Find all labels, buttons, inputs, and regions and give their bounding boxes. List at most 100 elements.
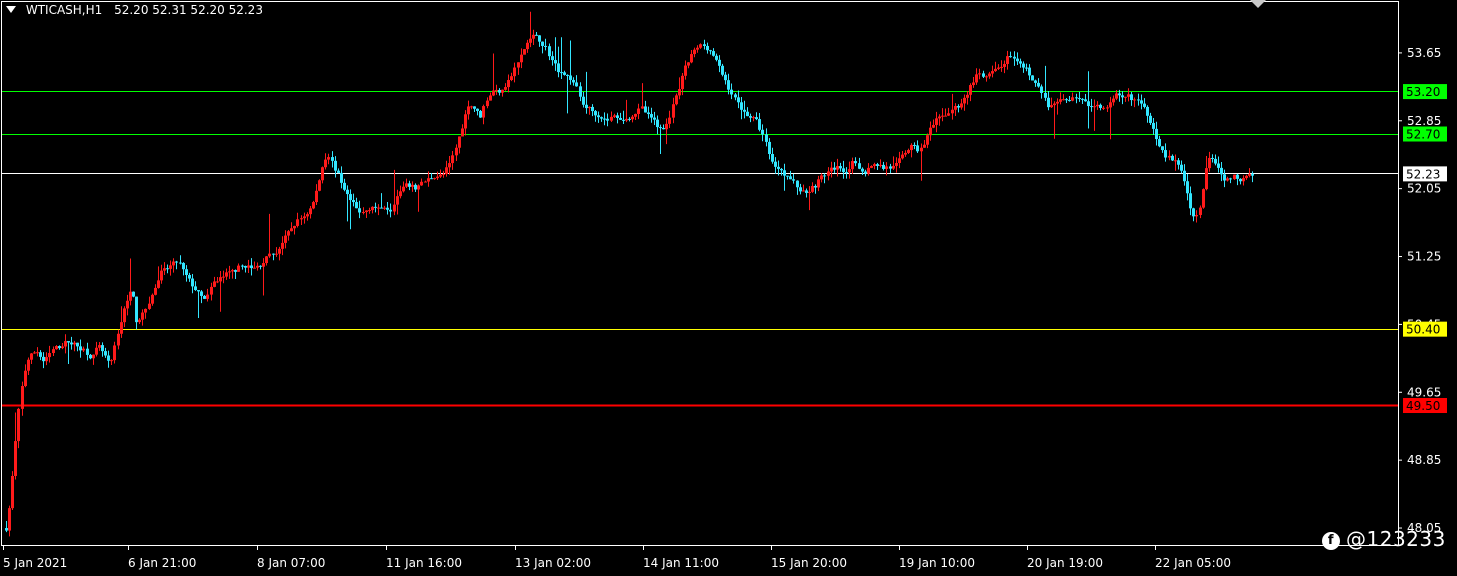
candle-body-304 bbox=[947, 113, 950, 116]
candle-body-382 bbox=[1189, 193, 1192, 209]
candle-body-99 bbox=[312, 202, 315, 209]
candle-body-200 bbox=[625, 118, 628, 121]
candle-body-229 bbox=[715, 55, 718, 60]
candles-group bbox=[5, 11, 1254, 537]
candle-body-53 bbox=[169, 265, 172, 269]
candle-body-284 bbox=[885, 166, 888, 169]
candle-body-370 bbox=[1152, 122, 1155, 129]
candle-body-42 bbox=[135, 296, 138, 323]
candle-body-16 bbox=[55, 346, 58, 350]
candle-body-331 bbox=[1031, 75, 1034, 81]
candle-body-59 bbox=[188, 274, 191, 279]
candle-body-189 bbox=[591, 106, 594, 112]
time-tick-label-9: 22 Jan 05:00 bbox=[1155, 556, 1231, 570]
candle-body-101 bbox=[318, 180, 321, 191]
candle-body-187 bbox=[585, 104, 588, 109]
candle-body-69 bbox=[219, 277, 222, 282]
candle-body-6 bbox=[24, 370, 27, 387]
candle-body-96 bbox=[303, 216, 306, 219]
candle-body-231 bbox=[721, 65, 724, 75]
candle-body-65 bbox=[206, 294, 209, 299]
candle-body-389 bbox=[1211, 157, 1214, 159]
candle-body-398 bbox=[1239, 178, 1242, 182]
candle-body-111 bbox=[349, 194, 352, 201]
candle-body-81 bbox=[256, 265, 259, 268]
candle-body-207 bbox=[647, 112, 650, 115]
candle-body-279 bbox=[870, 166, 873, 168]
candle-body-299 bbox=[932, 124, 935, 128]
candle-body-26 bbox=[86, 348, 89, 355]
candle-body-188 bbox=[588, 106, 591, 109]
candle-body-82 bbox=[259, 265, 262, 267]
candle-body-281 bbox=[876, 164, 879, 166]
candle-body-15 bbox=[52, 349, 55, 354]
candle-body-230 bbox=[718, 59, 721, 66]
candle-body-159 bbox=[498, 89, 501, 93]
candle-body-7 bbox=[27, 359, 30, 371]
candle-body-93 bbox=[293, 225, 296, 229]
candle-body-269 bbox=[839, 166, 842, 169]
candle-body-275 bbox=[858, 163, 861, 169]
candle-body-47 bbox=[151, 294, 154, 304]
candle-body-359 bbox=[1118, 93, 1121, 96]
candle-body-194 bbox=[606, 118, 609, 121]
candle-body-314 bbox=[978, 73, 981, 75]
candle-body-139 bbox=[436, 176, 439, 179]
candle-body-280 bbox=[873, 164, 876, 167]
candle-body-228 bbox=[712, 51, 715, 56]
candle-body-162 bbox=[507, 80, 510, 88]
candle-body-357 bbox=[1112, 98, 1115, 103]
candle-body-224 bbox=[699, 44, 702, 48]
candle-body-260 bbox=[811, 185, 814, 192]
candle-body-323 bbox=[1006, 56, 1009, 64]
candle-body-172 bbox=[538, 35, 541, 42]
candle-body-234 bbox=[730, 89, 733, 95]
candle-body-335 bbox=[1044, 92, 1047, 98]
dropdown-triangle-icon[interactable] bbox=[6, 6, 16, 13]
candle-body-364 bbox=[1133, 99, 1136, 101]
candle-body-95 bbox=[300, 218, 303, 220]
candle-body-195 bbox=[610, 116, 613, 121]
price-chart[interactable]: 53.6552.8552.0551.2550.4549.6548.8548.05… bbox=[0, 0, 1457, 576]
candle-body-387 bbox=[1205, 168, 1208, 190]
candle-body-136 bbox=[427, 178, 430, 182]
candle-body-160 bbox=[501, 89, 504, 93]
candle-body-170 bbox=[532, 34, 535, 39]
candle-body-362 bbox=[1127, 94, 1130, 97]
candle-body-215 bbox=[672, 104, 675, 118]
candle-body-84 bbox=[265, 256, 268, 264]
candle-body-180 bbox=[563, 72, 566, 75]
candle-body-285 bbox=[889, 166, 892, 169]
candle-body-64 bbox=[203, 295, 206, 299]
candle-body-145 bbox=[455, 147, 458, 156]
candle-body-43 bbox=[138, 319, 141, 323]
candle-body-17 bbox=[58, 346, 61, 349]
candle-body-144 bbox=[451, 155, 454, 164]
candle-body-10 bbox=[36, 352, 39, 354]
candle-body-78 bbox=[247, 265, 250, 268]
candle-body-134 bbox=[420, 181, 423, 186]
candle-body-114 bbox=[358, 208, 361, 213]
candle-body-108 bbox=[340, 172, 343, 183]
candle-body-218 bbox=[681, 75, 684, 90]
candle-body-320 bbox=[997, 67, 1000, 69]
candle-body-141 bbox=[442, 173, 445, 175]
candle-body-399 bbox=[1242, 178, 1245, 182]
candle-body-25 bbox=[82, 348, 85, 351]
candle-body-138 bbox=[433, 178, 436, 180]
symbol-label: WTICASH,H1 bbox=[25, 3, 103, 17]
candle-body-71 bbox=[225, 272, 228, 277]
candle-body-233 bbox=[727, 80, 730, 90]
candle-body-258 bbox=[805, 190, 808, 193]
candle-body-214 bbox=[668, 117, 671, 124]
candle-body-109 bbox=[343, 182, 346, 190]
time-tick-label-1: 6 Jan 21:00 bbox=[128, 556, 196, 570]
candle-body-358 bbox=[1115, 93, 1118, 99]
shift-marker-icon[interactable] bbox=[1250, 0, 1266, 8]
time-tick-label-3: 11 Jan 16:00 bbox=[386, 556, 462, 570]
candle-body-295 bbox=[920, 147, 923, 152]
candle-body-142 bbox=[445, 167, 448, 174]
candle-body-45 bbox=[144, 308, 147, 313]
candle-body-167 bbox=[523, 49, 526, 55]
candle-body-89 bbox=[281, 242, 284, 249]
